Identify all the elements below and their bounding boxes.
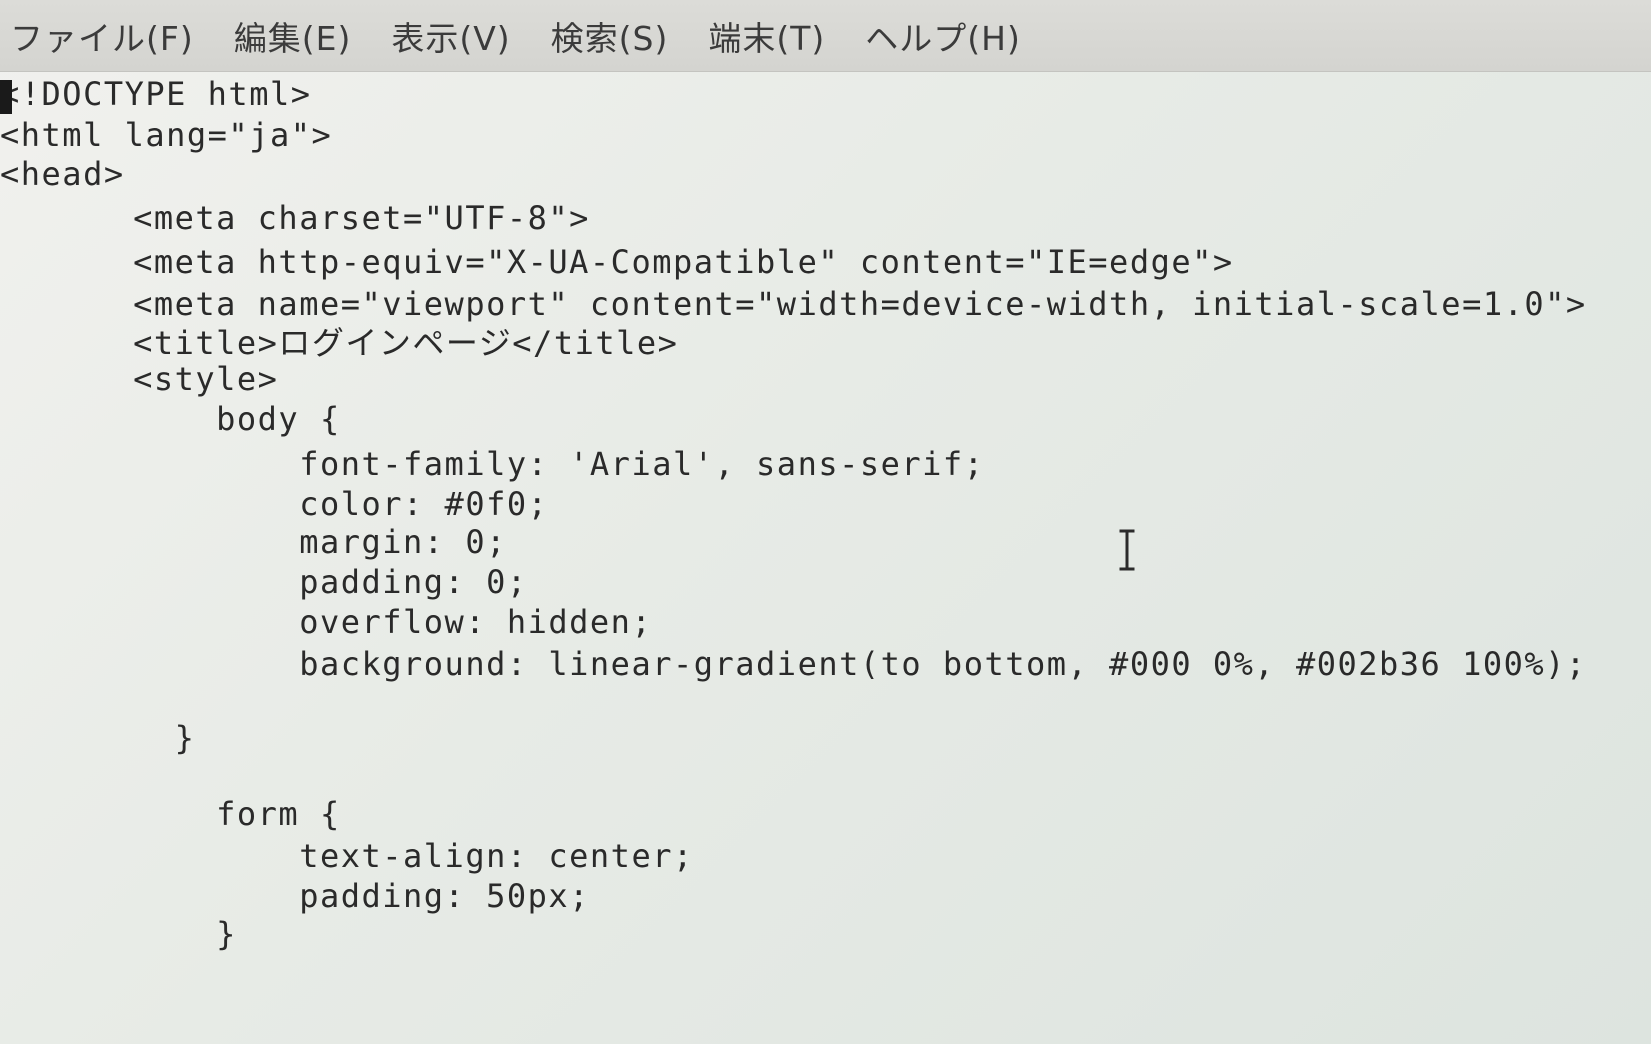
menu-search[interactable]: 検索(S) <box>551 12 669 60</box>
code-line: background: linear-gradient(to bottom, #… <box>50 645 1587 683</box>
code-line: body { <box>50 400 341 438</box>
code-line: <meta http-equiv="X-UA-Compatible" conte… <box>50 243 1234 281</box>
code-line: padding: 0; <box>50 563 528 601</box>
code-line: <meta charset="UTF-8"> <box>50 199 590 237</box>
code-line: form { <box>50 795 341 833</box>
menu-bar: ファイル(F) 編集(E) 表示(V) 検索(S) 端末(T) ヘルプ(H) <box>0 0 1651 72</box>
code-line: <!DOCTYPE html> <box>0 75 312 113</box>
code-line: <style> <box>50 360 279 398</box>
menu-file[interactable]: ファイル(F) <box>10 12 194 60</box>
menu-edit[interactable]: 編集(E) <box>234 12 352 60</box>
code-line: } <box>50 915 237 953</box>
ibeam-cursor-icon <box>1119 529 1135 571</box>
menu-terminal[interactable]: 端末(T) <box>708 12 825 60</box>
code-line: overflow: hidden; <box>50 603 653 641</box>
code-line: font-family: 'Arial', sans-serif; <box>50 445 985 483</box>
code-line: } <box>50 719 196 757</box>
menu-help[interactable]: ヘルプ(H) <box>865 12 1021 60</box>
code-line: text-align: center; <box>50 837 694 875</box>
code-line: <html lang="ja"> <box>0 116 333 154</box>
code-line: margin: 0; <box>50 523 507 561</box>
code-line: color: #0f0; <box>50 485 549 523</box>
terminal-window: ファイル(F) 編集(E) 表示(V) 検索(S) 端末(T) ヘルプ(H) <… <box>0 0 1651 1044</box>
code-line: <title>ログインページ</title> <box>50 324 679 362</box>
menu-view[interactable]: 表示(V) <box>391 12 510 60</box>
text-cursor <box>0 80 12 114</box>
terminal-editor-area[interactable]: <!DOCTYPE html> <html lang="ja"> <head> … <box>0 66 1651 1044</box>
code-line: padding: 50px; <box>50 877 590 915</box>
code-line: <head> <box>0 155 125 193</box>
code-line: <meta name="viewport" content="width=dev… <box>50 285 1587 323</box>
